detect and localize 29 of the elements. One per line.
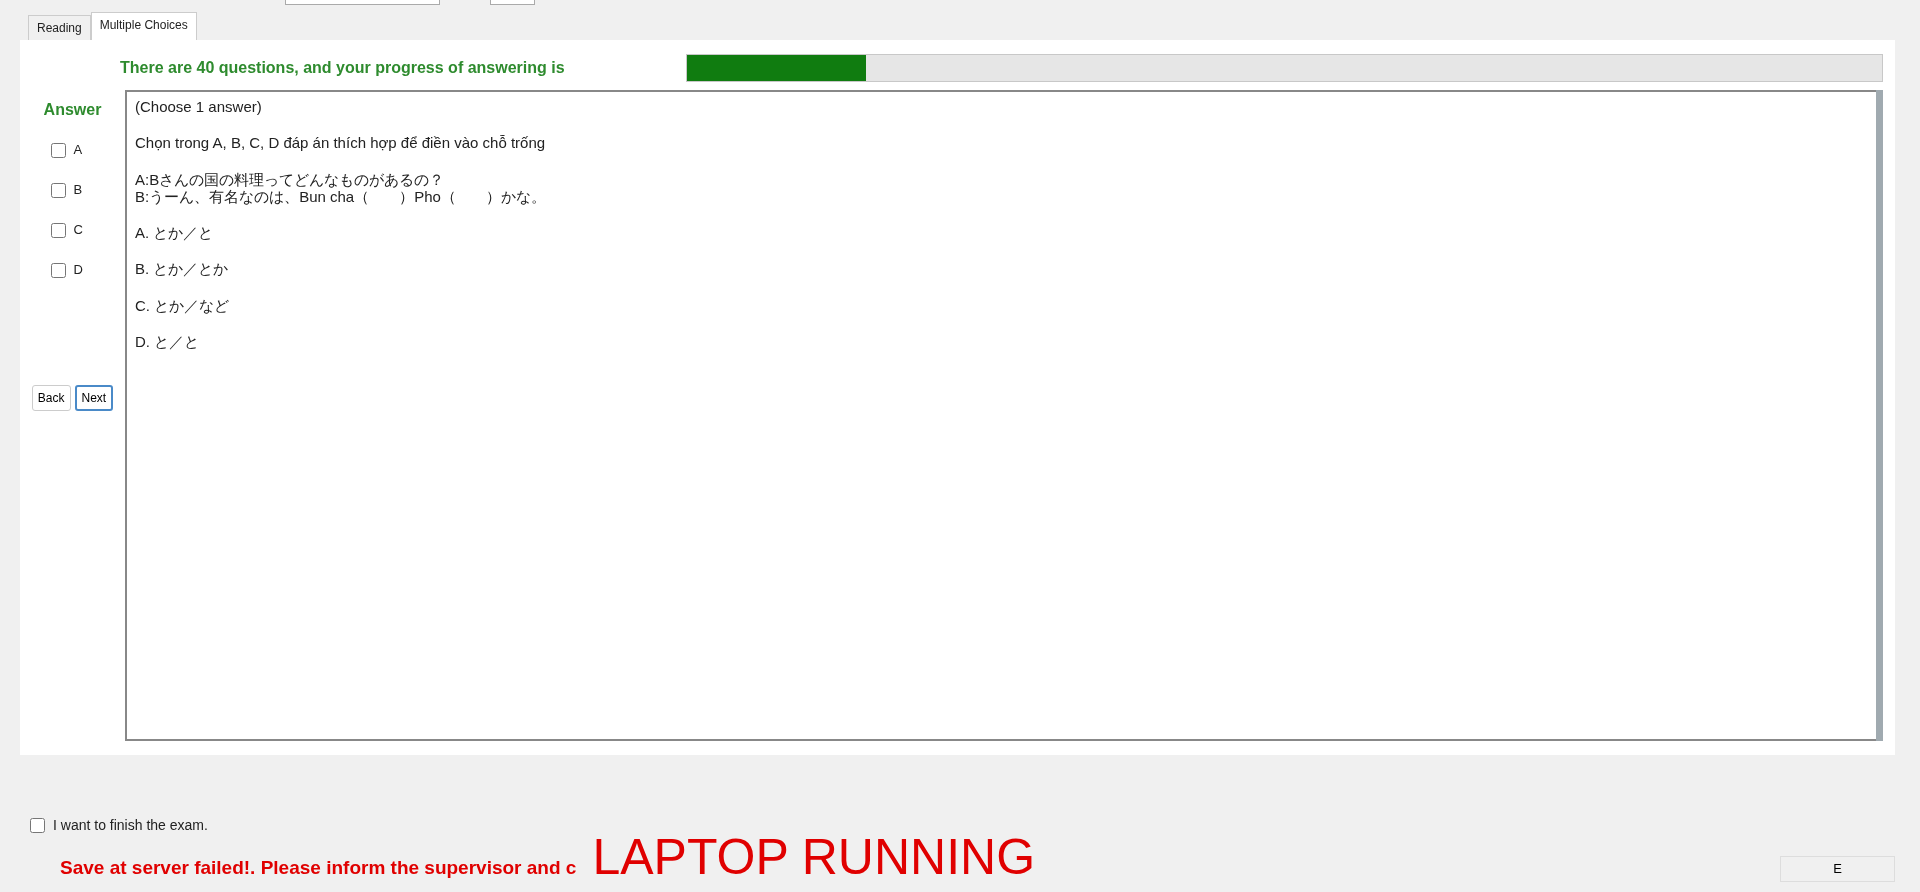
- scrollbar[interactable]: [1876, 90, 1883, 741]
- nav-button[interactable]: Next: [74, 385, 114, 411]
- question-text: B. とか／とか: [135, 260, 230, 278]
- question-text: C. とか／など: [135, 296, 231, 314]
- answer-title: Answer: [43, 100, 102, 120]
- dropdown[interactable]: [285, 0, 440, 5]
- exit-button[interactable]: E: [1780, 856, 1895, 882]
- option-label: B: [73, 181, 83, 200]
- checkbox[interactable]: [50, 182, 66, 198]
- tab[interactable]: Multiple Choices: [90, 12, 197, 40]
- input-field[interactable]: [490, 0, 535, 5]
- error-message: Save at server failed!. Please inform the supervisor and c: [60, 855, 577, 880]
- question-text: Chọn trong A, B, C, D đáp án thích hợp để điền vào chỗ trống: [135, 134, 547, 152]
- option-label: A: [73, 141, 83, 160]
- progress-label: There are 40 questions, and your progress of answering is: [119, 58, 566, 78]
- status-text: LAPTOP RUNNING: [592, 832, 1036, 882]
- checkbox-label: I want to finish the exam.: [53, 816, 208, 835]
- question-text: (Choose 1 answer): [135, 98, 263, 116]
- nav-button[interactable]: Back: [31, 385, 71, 411]
- checkbox[interactable]: [50, 142, 66, 158]
- checkbox[interactable]: [50, 262, 66, 278]
- option-label: D: [73, 261, 83, 280]
- tab[interactable]: Reading: [28, 15, 91, 40]
- question-text: D. と／と: [135, 332, 201, 350]
- option-label: C: [73, 221, 83, 240]
- question-text: A. とか／と: [135, 224, 215, 242]
- checkbox[interactable]: [50, 222, 66, 238]
- checkbox[interactable]: [30, 818, 45, 833]
- question-text: A:Bさんの国の料理ってどんなものがあるの？ B:うーん、有名なのは、Bun cha（ ）Pho（ ）かな。: [135, 170, 547, 205]
